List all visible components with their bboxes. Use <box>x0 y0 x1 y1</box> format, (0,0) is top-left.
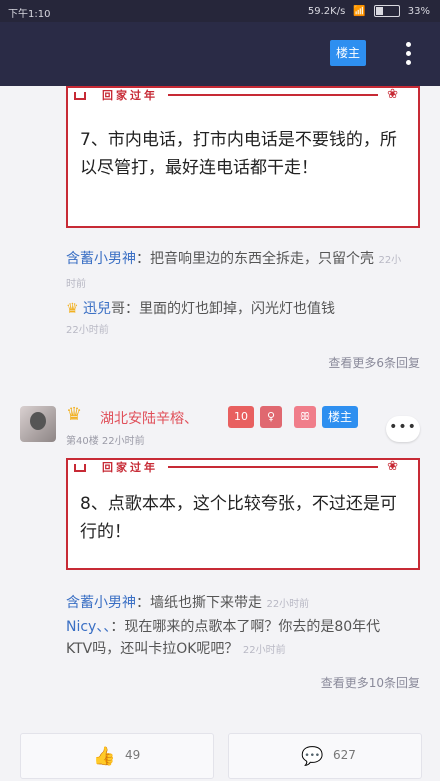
floor-number: 第40楼 <box>66 436 99 447</box>
flower-icon: ❀ <box>387 87 398 102</box>
reply-text: ：现在哪来的点歌本了啊？你去的是80年代KTV吗，还叫卡拉OK呢吧？ <box>66 619 381 657</box>
speech-bubble-icon: 💬 <box>301 746 324 767</box>
female-icon: ♀ <box>260 406 282 428</box>
reply-username[interactable]: 含蓄小男神 <box>66 595 136 611</box>
avatar[interactable] <box>20 406 56 442</box>
only-louzhu-button[interactable]: 楼主 <box>330 40 366 66</box>
post-more-button[interactable]: ••• <box>386 416 420 442</box>
battery-percent: 33% <box>407 5 430 17</box>
reply-text: ：把音响里边的东西全拆走，只留个壳 <box>136 251 374 267</box>
post-text: 8、点歌本本，这个比较夸张，不过还是可行的！ <box>80 494 397 542</box>
reply-item[interactable]: ♛ 迅兒哥：里面的灯也卸掉，闪光灯也值钱 22小时前 <box>66 298 406 342</box>
status-bar: 下午1:10 59.2K/s 📶 33% <box>0 0 440 22</box>
app-bar: 楼主 <box>0 22 440 86</box>
banner-line <box>168 94 378 96</box>
network-speed: 59.2K/s <box>307 5 346 17</box>
crown-icon: ♛ <box>66 301 79 317</box>
reply-text: 哥：里面的灯也卸掉，闪光灯也值钱 <box>111 301 336 317</box>
lattice-icon <box>66 458 90 476</box>
banner-line <box>168 466 378 468</box>
post-username[interactable]: 湖北安陆辛榕、 <box>100 408 198 428</box>
battery-icon <box>373 5 400 17</box>
reply-item[interactable]: 含蓄小男神：墙纸也撕下来带走 22小时前 <box>66 592 406 616</box>
wifi-icon: 📶 <box>353 5 366 17</box>
like-count: 49 <box>125 748 141 762</box>
like-button[interactable]: 👍 49 <box>20 733 214 779</box>
more-replies-link[interactable]: 查看更多6条回复 <box>328 354 420 371</box>
reply-item[interactable]: Nicy、、：现在哪来的点歌本了啊？你去的是80年代KTV吗，还叫卡拉OK呢吧？… <box>66 616 406 662</box>
status-time: 下午1:10 <box>8 9 51 20</box>
post-card-7: 回家过年 ❀ 7、市内电话，打市内电话是不要钱的，所以尽管打，最好连电话都干走！ <box>66 86 420 228</box>
bottom-action-bar: 👍 49 💬 627 <box>0 725 440 781</box>
level-badge: 10 <box>228 406 254 428</box>
post-text: 7、市内电话，打市内电话是不要钱的，所以尽管打，最好连电话都干走！ <box>80 130 397 178</box>
banner-title: 回家过年 <box>102 89 158 102</box>
bow-icon: ꕥ <box>294 406 316 428</box>
post-time: 22小时前 <box>101 436 145 447</box>
lattice-icon <box>66 86 90 104</box>
post-card-8: 回家过年 ❀ 8、点歌本本，这个比较夸张，不过还是可行的！ <box>66 458 420 570</box>
banner-title: 回家过年 <box>102 461 158 474</box>
comment-button[interactable]: 💬 627 <box>228 733 422 779</box>
thumbs-up-icon: 👍 <box>93 746 116 767</box>
flower-icon: ❀ <box>387 459 398 474</box>
post-floor: 第40楼 22小时前 <box>66 432 145 447</box>
reply-time: 22小时前 <box>242 645 286 656</box>
reply-username[interactable]: 含蓄小男神 <box>66 251 136 267</box>
reply-username[interactable]: 迅兒 <box>83 301 111 317</box>
crown-icon: ♛ <box>66 404 83 425</box>
louzhu-badge: 楼主 <box>322 406 358 428</box>
reply-text: ：墙纸也撕下来带走 <box>136 595 262 611</box>
more-options-icon[interactable] <box>400 40 416 68</box>
more-replies-link[interactable]: 查看更多10条回复 <box>321 674 420 691</box>
banner: 回家过年 ❀ <box>66 458 418 476</box>
reply-time: 22小时前 <box>66 325 109 336</box>
comment-count: 627 <box>333 748 356 762</box>
thread-content: 回家过年 ❀ 7、市内电话，打市内电话是不要钱的，所以尽管打，最好连电话都干走！… <box>0 86 440 725</box>
banner: 回家过年 ❀ <box>66 86 418 104</box>
reply-time: 22小时前 <box>266 599 310 610</box>
reply-item[interactable]: 含蓄小男神：把音响里边的东西全拆走，只留个壳 22小时前 <box>66 248 406 296</box>
reply-username[interactable]: Nicy、、 <box>66 619 110 635</box>
